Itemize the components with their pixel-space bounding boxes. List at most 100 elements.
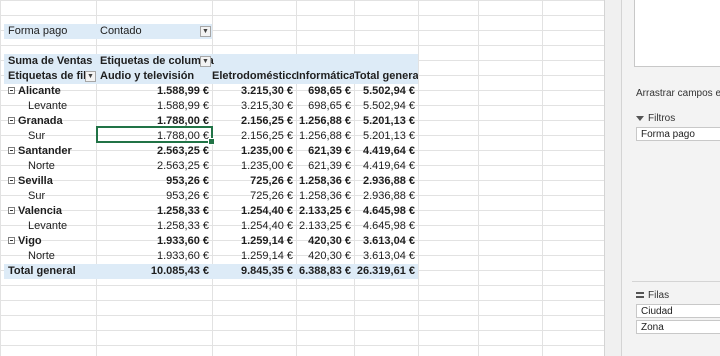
value-cell[interactable]: 725,26 € [212,189,296,204]
value-cell[interactable]: 5.502,94 € [354,99,418,114]
value-cell[interactable]: 1.933,60 € [96,249,212,264]
value-cell[interactable]: 953,26 € [96,189,212,204]
value-cell[interactable]: 1.256,88 € [296,114,354,129]
row-label-text: Alicante [18,85,61,97]
row-labels-header: Etiquetas de fila [4,69,96,84]
value-cell[interactable]: 1.235,00 € [212,144,296,159]
column-header-audio: Audio y televisión [96,69,212,84]
row-label-zone[interactable]: Norte [4,249,96,264]
value-cell[interactable]: 1.588,99 € [96,99,212,114]
column-labels-dropdown-icon[interactable]: ▼ [200,56,211,67]
drag-hint-text: Arrastrar campos entre las áreas siguien… [636,88,720,99]
vertical-scrollbar[interactable] [604,0,622,356]
collapse-icon[interactable] [8,237,15,244]
collapse-icon[interactable] [8,207,15,214]
value-cell[interactable]: 698,65 € [296,99,354,114]
collapse-icon[interactable] [8,87,15,94]
value-cell[interactable]: 4.419,64 € [354,144,418,159]
filter-funnel-icon [636,115,644,121]
row-label-text: Norte [28,160,55,172]
value-cell[interactable]: 725,26 € [212,174,296,189]
value-cell[interactable]: 2.936,88 € [354,189,418,204]
value-cell[interactable]: 5.201,13 € [354,129,418,144]
collapse-icon[interactable] [8,117,15,124]
value-cell[interactable]: 4.645,98 € [354,219,418,234]
value-cell[interactable]: 2.133,25 € [296,204,354,219]
value-cell[interactable]: 420,30 € [296,249,354,264]
row-label-zone[interactable]: Sur [4,129,96,144]
value-cell[interactable]: 1.235,00 € [212,159,296,174]
grand-total-cell[interactable]: 26.319,61 € [354,264,418,279]
filters-area-label: Filtros [636,113,675,124]
value-cell[interactable]: 953,26 € [96,174,212,189]
value-cell[interactable]: 1.254,40 € [212,219,296,234]
row-label-zone[interactable]: Levante [4,99,96,114]
value-cell[interactable]: 2.156,25 € [212,129,296,144]
value-cell[interactable]: 621,39 € [296,144,354,159]
report-filter-value[interactable]: Contado [96,24,212,39]
value-cell[interactable]: 1.254,40 € [212,204,296,219]
row-label-city[interactable]: Alicante [4,84,96,99]
collapse-icon[interactable] [8,147,15,154]
column-header-eletro: Eletrodomésticos [212,69,296,84]
row-label-zone[interactable]: Levante [4,219,96,234]
row-label-text: Levante [28,100,68,112]
active-cell-selection[interactable] [96,126,215,145]
row-label-text: Granada [18,115,63,127]
value-cell[interactable]: 3.215,30 € [212,84,296,99]
row-label-city[interactable]: Vigo [4,234,96,249]
value-cell[interactable]: 621,39 € [296,159,354,174]
value-cell[interactable]: 1.258,33 € [96,204,212,219]
row-label-city[interactable]: Sevilla [4,174,96,189]
value-cell[interactable]: 1.256,88 € [296,129,354,144]
value-cell[interactable]: 698,65 € [296,84,354,99]
value-cell[interactable]: 1.258,36 € [296,174,354,189]
rows-area-label: Filas [636,290,669,301]
grand-total-cell[interactable]: 9.845,35 € [212,264,296,279]
pivot-fields-pane: Arrastrar campos entre las áreas siguien… [622,0,720,356]
filters-field-forma-pago[interactable]: Forma pago [636,127,720,141]
value-cell[interactable]: 1.258,33 € [96,219,212,234]
value-cell[interactable]: 2.563,25 € [96,159,212,174]
column-header-total: Total general [354,69,418,84]
value-cell[interactable]: 4.645,98 € [354,204,418,219]
value-cell[interactable]: 1.588,99 € [96,84,212,99]
value-cell[interactable]: 1.258,36 € [296,189,354,204]
value-cell[interactable]: 420,30 € [296,234,354,249]
collapse-icon[interactable] [8,177,15,184]
rows-field-ciudad[interactable]: Ciudad [636,304,720,318]
rows-icon [636,292,644,299]
row-label-text: Sur [28,130,46,142]
row-labels-dropdown-icon[interactable]: ▼ [85,71,96,82]
value-cell[interactable]: 2.936,88 € [354,174,418,189]
row-label-text: Norte [28,250,55,262]
values-header: Suma de Ventas [4,54,96,69]
row-label-zone[interactable]: Norte [4,159,96,174]
filter-applied-icon[interactable]: ▼ [200,26,211,37]
value-cell[interactable]: 5.502,94 € [354,84,418,99]
row-label-city[interactable]: Granada [4,114,96,129]
row-label-city[interactable]: Valencia [4,204,96,219]
grand-total-label: Total general [4,264,96,279]
row-label-zone[interactable]: Sur [4,189,96,204]
value-cell[interactable]: 1.933,60 € [96,234,212,249]
grand-total-cell[interactable]: 10.085,43 € [96,264,212,279]
value-cell[interactable]: 5.201,13 € [354,114,418,129]
value-cell[interactable]: 1.259,14 € [212,249,296,264]
value-cell[interactable]: 3.613,04 € [354,249,418,264]
row-label-text: Vigo [18,235,42,247]
grand-total-cell[interactable]: 6.388,83 € [296,264,354,279]
value-cell[interactable]: 2.563,25 € [96,144,212,159]
value-cell[interactable]: 2.156,25 € [212,114,296,129]
value-cell[interactable]: 1.259,14 € [212,234,296,249]
field-list-box[interactable] [634,0,720,67]
value-cell[interactable]: 3.613,04 € [354,234,418,249]
value-cell[interactable]: 2.133,25 € [296,219,354,234]
row-label-city[interactable]: Santander [4,144,96,159]
worksheet-grid[interactable]: Forma pago Contado ▼ Suma de Ventas Etiq… [0,0,604,356]
column-labels-header: Etiquetas de columna [96,54,418,69]
value-cell[interactable]: 4.419,64 € [354,159,418,174]
value-cell[interactable]: 3.215,30 € [212,99,296,114]
column-header-informatica: Informática [296,69,354,84]
rows-field-zona[interactable]: Zona [636,320,720,334]
